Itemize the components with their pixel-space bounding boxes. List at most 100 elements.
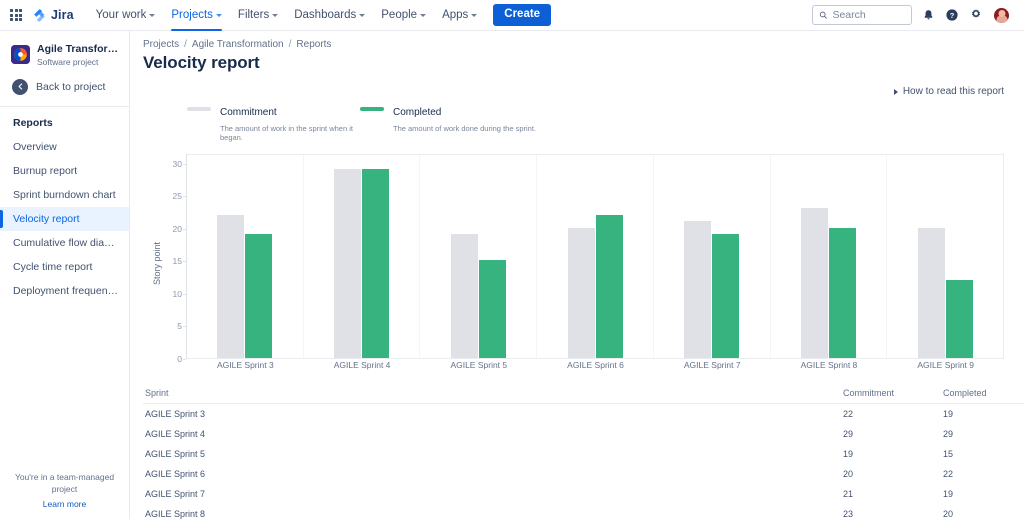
bar-commitment[interactable]: [450, 234, 478, 358]
nav-item-people[interactable]: People: [373, 0, 434, 31]
y-tick-mark: [183, 359, 186, 360]
sidebar-project-header[interactable]: Agile Transformation Software project: [0, 39, 129, 73]
nav-item-filters[interactable]: Filters: [230, 0, 286, 31]
user-avatar[interactable]: [993, 6, 1010, 24]
chevron-down-icon: [471, 14, 478, 17]
grid-apps-icon[interactable]: [6, 5, 26, 25]
sidebar-item-overview[interactable]: Overview: [0, 135, 129, 159]
bar-completed[interactable]: [595, 214, 623, 358]
nav-item-apps[interactable]: Apps: [434, 0, 485, 31]
sidebar-item-velocity-report[interactable]: Velocity report: [0, 206, 129, 231]
nav-item-your-work[interactable]: Your work: [88, 0, 164, 31]
y-tick-label: 5: [177, 321, 182, 332]
chevron-down-icon: [215, 14, 222, 17]
search-box[interactable]: [812, 5, 912, 25]
bar-completed[interactable]: [478, 260, 506, 358]
nav-item-projects[interactable]: Projects: [163, 0, 230, 31]
cell-sprint: AGILE Sprint 3: [145, 409, 206, 419]
bar-commitment[interactable]: [567, 227, 595, 358]
y-tick-label: 0: [177, 354, 182, 364]
chevron-down-icon: [272, 14, 279, 17]
bar-commitment[interactable]: [334, 169, 362, 358]
chart-bars-container: [187, 155, 1003, 358]
legend-label-completed: Completed: [393, 107, 442, 118]
create-button[interactable]: Create: [493, 4, 552, 26]
bar-commitment[interactable]: [917, 227, 945, 358]
y-tick-label: 15: [172, 256, 182, 267]
help-question-icon[interactable]: ?: [945, 8, 959, 22]
team-managed-note: You're in a team-managed project: [14, 472, 115, 495]
page-title: Velocity report: [143, 53, 260, 72]
bar-commitment[interactable]: [684, 221, 712, 358]
sidebar-section-title-reports: Reports: [13, 116, 53, 129]
nav-label: Projects: [171, 9, 213, 21]
bar-completed[interactable]: [828, 227, 856, 358]
x-tick-label: AGILE Sprint 8: [800, 360, 858, 370]
cell-sprint: AGILE Sprint 4: [145, 429, 206, 439]
x-axis-labels: AGILE Sprint 3 AGILE Sprint 4 AGILE Sprint…: [187, 360, 1004, 370]
cell-commitment: 20: [843, 469, 854, 479]
sidebar-project-text: Agile Transformation Software project: [37, 43, 119, 67]
svg-text:?: ?: [950, 11, 955, 20]
cell-completed: 19: [943, 489, 954, 499]
project-name: Agile Transformation: [37, 43, 119, 55]
bar-group: [187, 155, 304, 358]
legend-label-commitment: Commitment: [220, 107, 277, 118]
bar-commitment[interactable]: [217, 214, 245, 358]
cell-completed: 15: [943, 449, 954, 459]
table-row[interactable]: AGILE Sprint 7 21 19: [143, 484, 1024, 504]
legend-description-completed: The amount of work done during the sprin…: [393, 124, 536, 133]
search-icon: [819, 11, 827, 19]
jira-logo-icon: [34, 8, 45, 22]
cell-completed: 22: [943, 469, 954, 479]
velocity-bar-chart: Story point 0 5 10 15 20 25 30 AGILE Sprint 3A…: [143, 154, 1004, 370]
learn-more-link[interactable]: Learn more: [8, 499, 121, 509]
main-content: Projects / Agile Transformation / Report…: [130, 31, 1024, 519]
table-row[interactable]: AGILE Sprint 5 19 15: [143, 444, 1024, 464]
breadcrumb-separator: /: [184, 39, 187, 50]
breadcrumb-item-projects[interactable]: Projects: [143, 39, 179, 50]
sidebar-item-cycle-time-report[interactable]: Cycle time report: [0, 255, 129, 279]
top-navigation-bar: Jira Your work Projects Filters Dashboar…: [0, 0, 1024, 31]
search-input[interactable]: [832, 9, 905, 21]
bar-completed[interactable]: [362, 169, 390, 358]
cell-commitment: 23: [843, 509, 854, 519]
chevron-down-icon: [359, 14, 366, 17]
bar-group: [654, 155, 771, 358]
nav-item-dashboards[interactable]: Dashboards: [286, 0, 373, 31]
how-to-read-this-report-link[interactable]: How to read this report: [893, 86, 1004, 97]
table-row[interactable]: AGILE Sprint 8 23 20: [143, 504, 1024, 519]
sidebar-footer: You're in a team-managed project Learn m…: [0, 472, 129, 519]
y-tick-label: 10: [172, 288, 182, 299]
jira-home-link[interactable]: Jira: [32, 8, 74, 23]
column-header-completed[interactable]: Completed: [943, 385, 1024, 404]
table-row[interactable]: AGILE Sprint 6 20 22: [143, 464, 1024, 484]
column-header-sprint[interactable]: Sprint: [143, 385, 843, 404]
cell-commitment: 19: [843, 449, 854, 459]
bar-commitment[interactable]: [800, 208, 828, 358]
column-header-commitment[interactable]: Commitment: [843, 385, 943, 404]
how-to-read-label: How to read this report: [902, 86, 1004, 97]
breadcrumb-item-reports[interactable]: Reports: [296, 39, 331, 50]
jira-brand-name: Jira: [51, 8, 74, 22]
legend-description-commitment: The amount of work in the sprint when it…: [220, 124, 353, 142]
bar-completed[interactable]: [712, 234, 740, 358]
nav-label: Filters: [237, 9, 270, 21]
table-row[interactable]: AGILE Sprint 4 29 29: [143, 424, 1024, 444]
cell-sprint: AGILE Sprint 8: [145, 509, 206, 519]
bar-completed[interactable]: [945, 279, 973, 358]
bar-group: [420, 155, 538, 358]
nav-label: Apps: [442, 9, 469, 21]
x-tick-label: AGILE Sprint 4: [333, 360, 391, 370]
sidebar-item-cumulative-flow-diagram[interactable]: Cumulative flow diagram: [0, 231, 129, 255]
sidebar-item-sprint-burndown-chart[interactable]: Sprint burndown chart: [0, 183, 129, 207]
bar-group: [887, 155, 1003, 358]
breadcrumb-item-agile-transformation[interactable]: Agile Transformation: [192, 39, 284, 50]
sidebar-item-deployment-frequency-report[interactable]: Deployment frequency report: [0, 279, 129, 303]
bar-completed[interactable]: [245, 234, 273, 358]
gear-icon[interactable]: [969, 8, 983, 22]
table-row[interactable]: AGILE Sprint 3 22 19: [143, 404, 1024, 425]
sidebar-item-burnup-report[interactable]: Burnup report: [0, 159, 129, 183]
back-to-project-button[interactable]: Back to project: [0, 73, 129, 101]
notification-bell-icon[interactable]: [922, 9, 935, 22]
